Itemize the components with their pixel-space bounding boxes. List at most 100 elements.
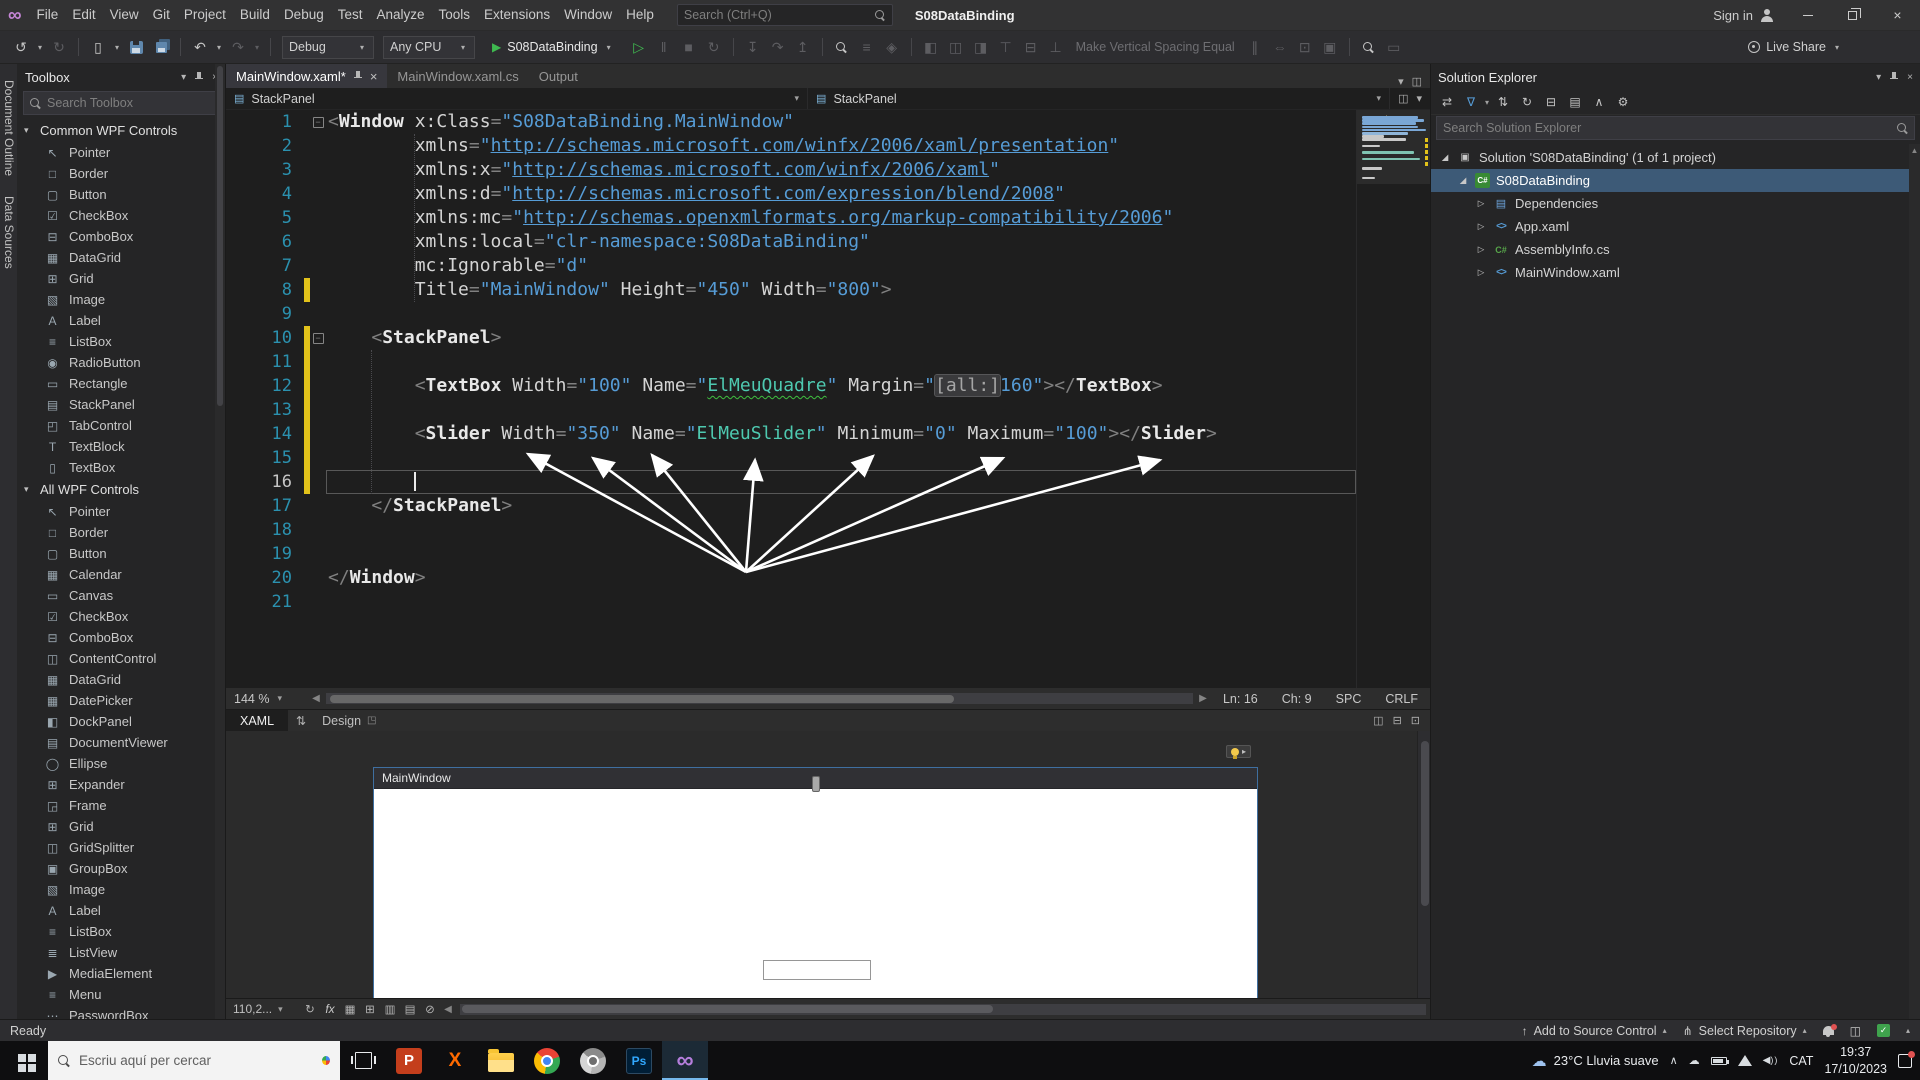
- scrollbar-thumb[interactable]: [330, 695, 954, 703]
- chevron-up-icon[interactable]: ▴: [1906, 1026, 1910, 1035]
- align-centers-icon[interactable]: ◫: [945, 35, 967, 59]
- quick-launch-input[interactable]: [684, 8, 875, 22]
- toolbox-item-stackpanel[interactable]: ▤StackPanel: [18, 394, 225, 415]
- popout-icon[interactable]: ◳: [367, 715, 376, 726]
- xaml-view-tab[interactable]: XAML: [226, 710, 288, 731]
- expander-icon[interactable]: ◢: [1457, 175, 1469, 186]
- step-over-icon[interactable]: ↷: [767, 35, 789, 59]
- task-view-button[interactable]: [340, 1041, 386, 1080]
- pin-icon[interactable]: [353, 71, 363, 82]
- comment-icon[interactable]: ≡: [856, 35, 878, 59]
- break-all-icon[interactable]: ‖: [653, 35, 675, 59]
- close-button[interactable]: ×: [1875, 0, 1920, 31]
- toolbox-item-textbox[interactable]: ▯TextBox: [18, 457, 225, 478]
- chevron-down-icon[interactable]: ▾: [1876, 72, 1881, 83]
- show-guides-icon[interactable]: ▥: [380, 1002, 400, 1016]
- code-line-6[interactable]: 6 xmlns:local="clr-namespace:S08DataBind…: [226, 230, 1356, 254]
- make-horizontal-spacing-equal-icon[interactable]: ∥: [1244, 35, 1266, 59]
- quick-launch-search[interactable]: [677, 4, 893, 26]
- lock-element-icon[interactable]: ▣: [1319, 35, 1341, 59]
- nav-backward-icon[interactable]: ↺: [10, 35, 32, 59]
- toolbox-item-expander[interactable]: ⊞Expander: [18, 774, 225, 795]
- scroll-left-arrow[interactable]: ◀: [440, 1004, 456, 1015]
- pending-changes-filter-icon[interactable]: ∇: [1461, 92, 1481, 112]
- properties-icon[interactable]: ⚙: [1613, 92, 1633, 112]
- code-line-14[interactable]: 14 <Slider Width="350" Name="ElMeuSlider…: [226, 422, 1356, 446]
- align-bottoms-icon[interactable]: ⊥: [1045, 35, 1067, 59]
- menu-view[interactable]: View: [103, 0, 146, 30]
- feedback-icon[interactable]: ◫: [1850, 1024, 1861, 1038]
- make-same-width-icon[interactable]: ⇔: [1269, 35, 1291, 59]
- menu-debug[interactable]: Debug: [277, 0, 331, 30]
- scroll-left-arrow[interactable]: ◀: [308, 693, 324, 704]
- menu-file[interactable]: File: [30, 0, 66, 30]
- toolbox-item-pointer[interactable]: ↖Pointer: [18, 501, 225, 522]
- minimap[interactable]: ⚠: [1356, 110, 1430, 688]
- expander-icon[interactable]: ▷: [1475, 221, 1487, 232]
- start-without-debugging-icon[interactable]: ▷: [628, 35, 650, 59]
- menu-analyze[interactable]: Analyze: [370, 0, 432, 30]
- code-line-16[interactable]: 16: [226, 470, 1356, 494]
- toolbox-search[interactable]: [23, 91, 220, 115]
- app-xaml-node[interactable]: ▷<>App.xaml: [1431, 215, 1920, 238]
- code-line-2[interactable]: 2 xmlns="http://schemas.microsoft.com/wi…: [226, 134, 1356, 158]
- solution-node[interactable]: ◢▣Solution 'S08DataBinding' (1 of 1 proj…: [1431, 146, 1920, 169]
- pin-icon[interactable]: [1889, 72, 1899, 83]
- chevron-down-icon[interactable]: ▾: [1377, 93, 1382, 104]
- toolbox-item-image[interactable]: ▧Image: [18, 289, 225, 310]
- fold-margin[interactable]: −: [310, 326, 326, 350]
- taskbar-app-x[interactable]: [432, 1041, 478, 1080]
- toolbox-item-border[interactable]: □Border: [18, 163, 225, 184]
- new-file-icon[interactable]: ▯: [87, 35, 109, 59]
- scrollbar-thumb[interactable]: [462, 1005, 993, 1013]
- menu-tools[interactable]: Tools: [432, 0, 478, 30]
- menu-help[interactable]: Help: [619, 0, 661, 30]
- toolbox-item-groupbox[interactable]: ▣GroupBox: [18, 858, 225, 879]
- zoom-tool-icon[interactable]: [1358, 35, 1380, 59]
- toolbox-item-datepicker[interactable]: ▦DatePicker: [18, 690, 225, 711]
- live-share-button[interactable]: Live Share ▾: [1748, 40, 1842, 54]
- show-snap-grid-icon[interactable]: ▦: [340, 1002, 360, 1016]
- toolbox-item-datagrid[interactable]: ▦DataGrid: [18, 247, 225, 268]
- toolbox-item-dockpanel[interactable]: ◧DockPanel: [18, 711, 225, 732]
- code-line-9[interactable]: 9: [226, 302, 1356, 326]
- code-area[interactable]: 1−<Window x:Class="S08DataBinding.MainWi…: [226, 110, 1356, 688]
- toolbox-item-label[interactable]: ALabel: [18, 900, 225, 921]
- design-window-artboard[interactable]: MainWindow: [373, 767, 1258, 998]
- horizontal-scrollbar[interactable]: [326, 693, 1193, 704]
- refresh-design-icon[interactable]: ↻: [300, 1002, 320, 1016]
- solution-explorer-scrollbar[interactable]: ▲: [1909, 144, 1920, 1019]
- tab-output[interactable]: Output: [529, 64, 588, 88]
- toolbox-item-documentviewer[interactable]: ▤DocumentViewer: [18, 732, 225, 753]
- toolbox-item-checkbox[interactable]: ☑CheckBox: [18, 606, 225, 627]
- stop-debugging-icon[interactable]: ■: [678, 35, 700, 59]
- toolbox-item-image[interactable]: ▧Image: [18, 879, 225, 900]
- select-repository-button[interactable]: ⋔ Select Repository ▴: [1683, 1024, 1807, 1038]
- disable-project-code-icon[interactable]: ⊘: [420, 1002, 440, 1016]
- nest-files-icon[interactable]: ⊟: [1541, 92, 1561, 112]
- mainwindow-xaml-node[interactable]: ▷<>MainWindow.xaml: [1431, 261, 1920, 284]
- menu-git[interactable]: Git: [146, 0, 177, 30]
- toolbox-item-combobox[interactable]: ⊟ComboBox: [18, 627, 225, 648]
- toolbox-item-rectangle[interactable]: ▭Rectangle: [18, 373, 225, 394]
- collapse-all-icon[interactable]: ∧: [1589, 92, 1609, 112]
- restart-icon[interactable]: ↻: [703, 35, 725, 59]
- editor-options-chevron-icon[interactable]: ▾: [1416, 92, 1422, 105]
- solution-explorer-search[interactable]: [1436, 116, 1915, 140]
- toolbox-item-listbox[interactable]: ≡ListBox: [18, 331, 225, 352]
- chevron-down-icon[interactable]: ▾: [35, 43, 45, 52]
- toolbox-item-passwordbox[interactable]: ⋯PasswordBox: [18, 1005, 225, 1019]
- project-node[interactable]: ◢C#S08DataBinding: [1431, 169, 1920, 192]
- toolbox-item-button[interactable]: ▢Button: [18, 184, 225, 205]
- toolbox-item-gridsplitter[interactable]: ◫GridSplitter: [18, 837, 225, 858]
- onedrive-icon[interactable]: ☁: [1689, 1054, 1700, 1067]
- battery-icon[interactable]: [1711, 1057, 1727, 1065]
- menu-test[interactable]: Test: [331, 0, 370, 30]
- bookmark-icon[interactable]: ◈: [881, 35, 903, 59]
- toolbox-item-button[interactable]: ▢Button: [18, 543, 225, 564]
- step-into-icon[interactable]: ↧: [742, 35, 764, 59]
- design-view-tab[interactable]: Design ◳: [314, 714, 384, 728]
- chevron-down-icon[interactable]: ▾: [214, 43, 224, 52]
- toolbox-item-datagrid[interactable]: ▦DataGrid: [18, 669, 225, 690]
- expander-icon[interactable]: ▷: [1475, 198, 1487, 209]
